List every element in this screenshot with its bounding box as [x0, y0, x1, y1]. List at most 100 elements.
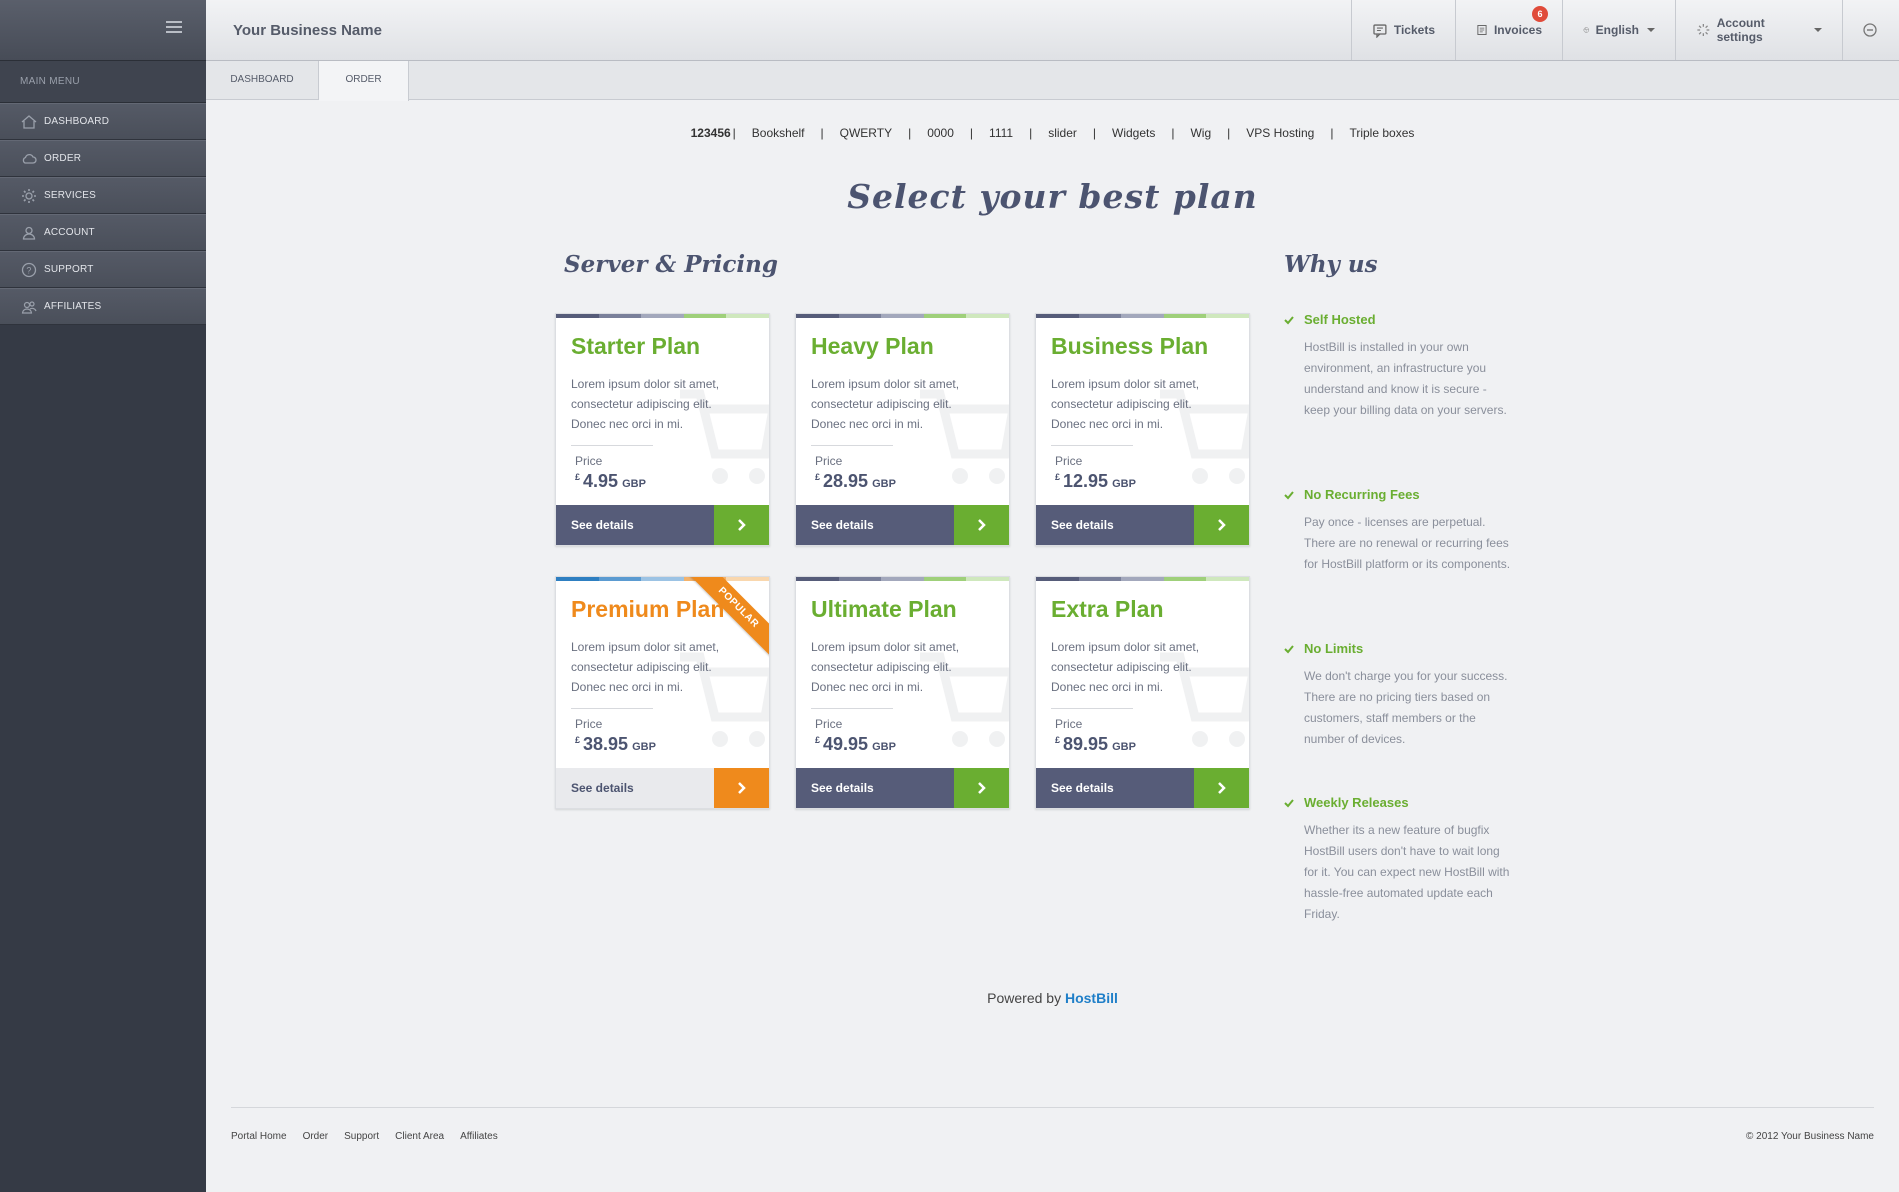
card-top-stripe	[556, 314, 769, 318]
checkmark-icon	[1284, 315, 1294, 324]
currency-symbol: £	[815, 472, 821, 482]
arrow-right-icon[interactable]	[954, 505, 1009, 545]
why-us-item-text: HostBill is installed in your own enviro…	[1304, 340, 1507, 417]
plan-description: Lorem ipsum dolor sit amet, consectetur …	[571, 377, 720, 431]
see-details-label: See details	[571, 518, 634, 532]
plan-name: Ultimate Plan	[811, 596, 957, 622]
sidebar-item-dashboard[interactable]: DASHBOARD	[0, 103, 206, 140]
price-label: Price	[815, 717, 843, 731]
account-settings-label: Account settings	[1716, 16, 1765, 44]
card-top-stripe	[796, 577, 1009, 581]
powered-by-prefix: Powered by	[987, 990, 1062, 1006]
category-link[interactable]: 0000	[927, 126, 954, 140]
currency-symbol: £	[575, 735, 581, 745]
logout-icon	[1863, 23, 1877, 37]
category-link[interactable]: 1111	[989, 126, 1013, 140]
price-label: Price	[1055, 454, 1083, 468]
footer-link-client-area[interactable]: Client Area	[395, 1131, 444, 1142]
why-us-title-text: Weekly Releases	[1304, 795, 1409, 810]
footer-link-affiliates[interactable]: Affiliates	[460, 1131, 498, 1142]
price-amount: 28.95	[823, 471, 869, 491]
divider	[571, 445, 653, 446]
see-details-button[interactable]: See details	[796, 505, 1009, 545]
divider	[1051, 708, 1133, 709]
see-details-button[interactable]: See details	[1036, 768, 1249, 808]
see-details-button[interactable]: See details	[556, 505, 769, 545]
plan-price: £38.95 GBP	[575, 734, 656, 755]
currency-code: GBP	[872, 478, 896, 490]
category-link[interactable]: Wig	[1190, 126, 1211, 140]
plan-description: Lorem ipsum dolor sit amet, consectetur …	[1051, 640, 1200, 694]
footer-link-portal-home[interactable]: Portal Home	[231, 1131, 287, 1142]
plan-price: £49.95 GBP	[815, 734, 896, 755]
separator: |	[1330, 126, 1334, 140]
sidebar-item-affiliates[interactable]: AFFILIATES	[0, 288, 206, 325]
arrow-right-icon[interactable]	[1194, 768, 1249, 808]
currency-code: GBP	[622, 478, 646, 490]
powered-by: Powered by HostBill	[206, 990, 1899, 1006]
category-link[interactable]: QWERTY	[840, 126, 892, 140]
why-us-item-text: We don't charge you for your success. Th…	[1304, 669, 1508, 746]
sidebar-item-order[interactable]: ORDER	[0, 140, 206, 177]
why-us-item: No Recurring Fees Pay once - licenses ar…	[1284, 487, 1514, 575]
category-link[interactable]: 123456	[691, 126, 731, 140]
why-us-item-title: No Limits	[1284, 641, 1514, 656]
sidebar-item-support[interactable]: ? SUPPORT	[0, 251, 206, 288]
logout-button[interactable]	[1842, 0, 1899, 60]
svg-text:?: ?	[26, 265, 31, 275]
brand-name[interactable]: Your Business Name	[233, 22, 382, 39]
why-us-item: Self Hosted HostBill is installed in you…	[1284, 312, 1514, 421]
category-nav: 123456 | Bookshelf | QWERTY | 0000 | 1111 | slider…	[206, 126, 1899, 140]
footer-link-order[interactable]: Order	[303, 1131, 329, 1142]
arrow-right-icon[interactable]	[714, 505, 769, 545]
card-top-stripe	[1036, 314, 1249, 318]
plan-name: Premium Plan	[571, 596, 725, 622]
gear-icon	[22, 188, 36, 203]
why-us-item-text: Pay once - licenses are perpetual. There…	[1304, 515, 1511, 571]
why-us-item-title: No Recurring Fees	[1284, 487, 1514, 502]
pricing-section-title: Server & Pricing	[564, 251, 778, 278]
sidebar-item-account[interactable]: ACCOUNT	[0, 214, 206, 251]
see-details-label: See details	[1051, 781, 1114, 795]
price-amount: 12.95	[1063, 471, 1109, 491]
category-link[interactable]: slider	[1048, 126, 1077, 140]
see-details-button[interactable]: See details	[1036, 505, 1249, 545]
hamburger-menu-icon[interactable]	[166, 21, 182, 35]
plan-card: Heavy Plan Lorem ipsum dolor sit amet, c…	[795, 313, 1010, 546]
plan-description: Lorem ipsum dolor sit amet, consectetur …	[571, 640, 720, 694]
currency-symbol: £	[1055, 472, 1061, 482]
hostbill-link[interactable]: HostBill	[1065, 990, 1118, 1006]
sidebar-item-label: AFFILIATES	[44, 300, 102, 312]
chevron-down-icon	[1647, 28, 1655, 32]
category-link[interactable]: Bookshelf	[752, 126, 805, 140]
arrow-right-icon[interactable]	[954, 768, 1009, 808]
language-select[interactable]: English	[1562, 0, 1675, 60]
invoices-count-badge: 6	[1532, 6, 1548, 22]
tickets-button[interactable]: Tickets	[1351, 0, 1455, 60]
footer-link-support[interactable]: Support	[344, 1131, 379, 1142]
sidebar-item-services[interactable]: SERVICES	[0, 177, 206, 214]
users-icon	[21, 300, 37, 314]
plan-card-popular: POPULAR Premium Plan Lorem ipsum dolor s…	[555, 576, 770, 809]
category-link[interactable]: Widgets	[1112, 126, 1155, 140]
account-settings-menu[interactable]: Account settings	[1675, 0, 1842, 60]
page-title: Select your best plan	[847, 177, 1258, 216]
category-link[interactable]: VPS Hosting	[1246, 126, 1314, 140]
tab-order[interactable]: ORDER	[319, 61, 409, 101]
arrow-right-icon[interactable]	[1194, 505, 1249, 545]
arrow-right-icon[interactable]	[714, 768, 769, 808]
invoices-button[interactable]: Invoices 6	[1455, 0, 1562, 60]
plan-description: Lorem ipsum dolor sit amet, consectetur …	[1051, 377, 1200, 431]
tab-dashboard[interactable]: DASHBOARD	[206, 61, 319, 100]
see-details-button[interactable]: See details	[556, 768, 769, 808]
category-link[interactable]: Triple boxes	[1349, 126, 1414, 140]
invoices-label: Invoices	[1493, 23, 1542, 37]
see-details-button[interactable]: See details	[796, 768, 1009, 808]
divider	[811, 445, 893, 446]
globe-icon	[1583, 27, 1590, 33]
plan-name: Heavy Plan	[811, 333, 934, 359]
plan-card: Extra Plan Lorem ipsum dolor sit amet, c…	[1035, 576, 1250, 809]
separator: |	[1092, 126, 1096, 140]
plan-price: £28.95 GBP	[815, 471, 896, 492]
tab-bar: DASHBOARD ORDER	[206, 61, 1899, 101]
